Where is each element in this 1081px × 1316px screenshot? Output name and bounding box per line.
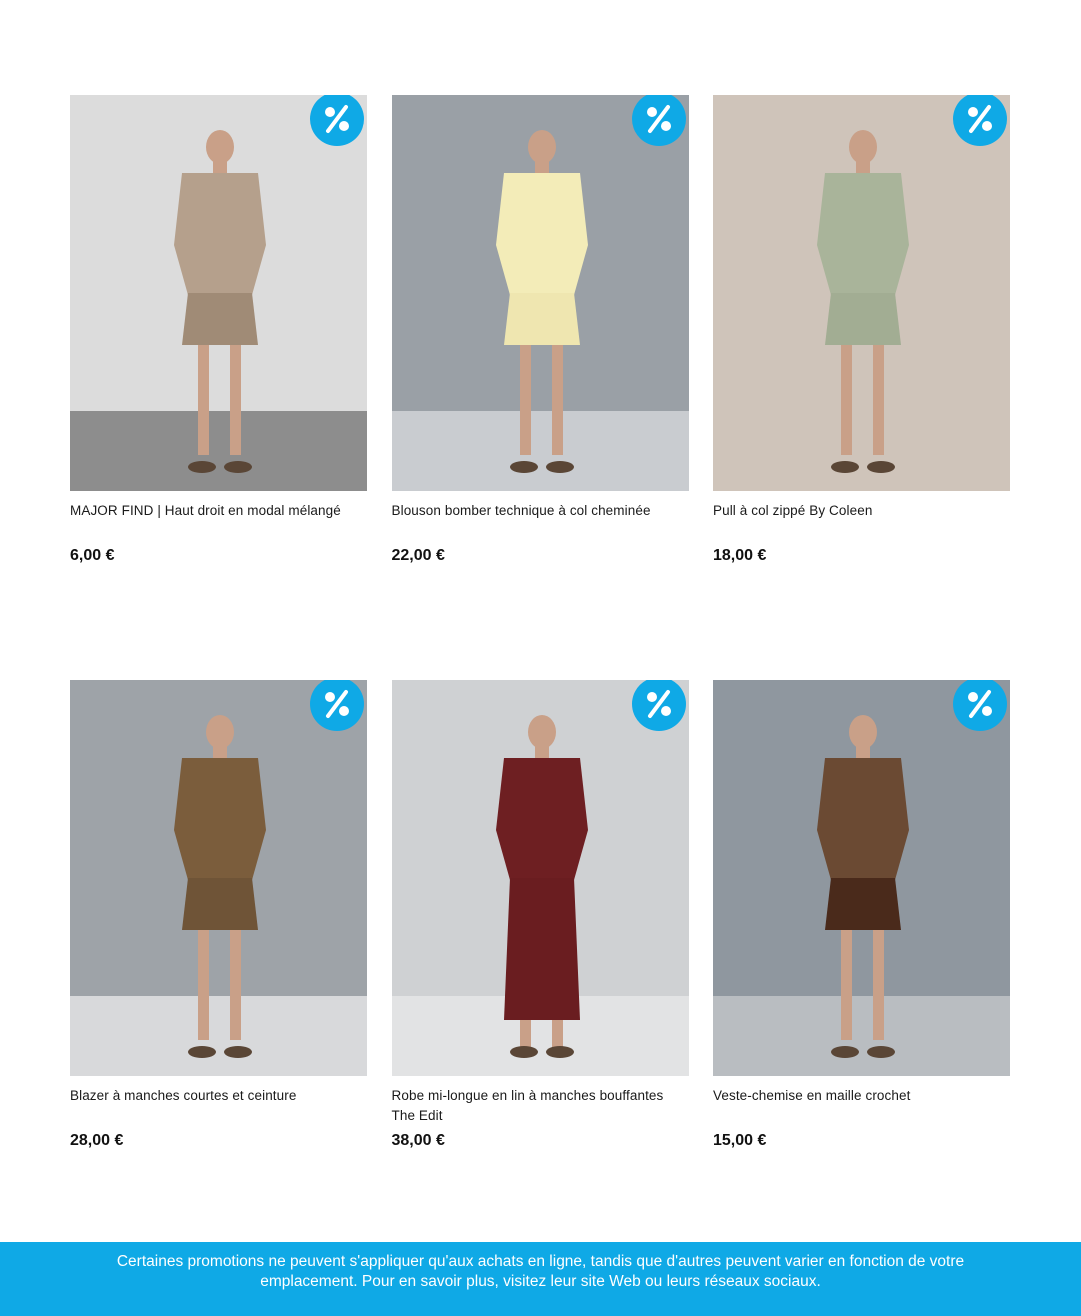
product-title[interactable]: Blouson bomber technique à col cheminée [392, 501, 689, 541]
product-image[interactable] [713, 680, 1010, 1076]
product-photo [70, 680, 367, 1076]
product-title[interactable]: Robe mi-longue en lin à manches bouffant… [392, 1086, 689, 1126]
product-title[interactable]: MAJOR FIND | Haut droit en modal mélangé [70, 501, 367, 541]
product-photo [391, 680, 689, 1076]
product-title[interactable]: Pull à col zippé By Coleen [713, 501, 1010, 541]
product-title[interactable]: Veste-chemise en maille crochet [713, 1086, 1010, 1126]
product-card[interactable]: Blazer à manches courtes et ceinture 28,0… [70, 680, 367, 1265]
product-image[interactable] [70, 95, 367, 491]
product-price: 18,00 € [713, 547, 767, 564]
promo-disclaimer-banner: Certaines promotions ne peuvent s'appliq… [0, 1242, 1081, 1316]
product-photo [713, 95, 1010, 491]
product-image[interactable] [713, 95, 1010, 491]
product-image[interactable] [391, 680, 689, 1076]
product-card[interactable]: MAJOR FIND | Haut droit en modal mélangé… [70, 95, 367, 680]
product-grid: MAJOR FIND | Haut droit en modal mélangé… [70, 95, 1010, 1265]
product-photo [713, 680, 1010, 1076]
product-card[interactable]: Robe mi-longue en lin à manches bouffant… [391, 680, 689, 1265]
percent-icon [646, 690, 671, 718]
product-price: 38,00 € [391, 1132, 445, 1149]
product-price: 6,00 € [70, 547, 115, 564]
percent-icon [325, 105, 349, 133]
percent-icon [646, 105, 671, 133]
product-photo [391, 95, 689, 491]
product-price: 15,00 € [713, 1132, 767, 1149]
product-price: 22,00 € [391, 547, 445, 564]
product-photo [70, 95, 367, 491]
product-card[interactable]: Pull à col zippé By Coleen 18,00 € [713, 95, 1010, 680]
product-card[interactable]: Blouson bomber technique à col cheminée 2… [391, 95, 689, 680]
percent-icon [968, 105, 992, 133]
promo-disclaimer-text: Certaines promotions ne peuvent s'appliq… [116, 1253, 965, 1290]
product-image[interactable] [70, 680, 367, 1076]
product-price: 28,00 € [70, 1132, 124, 1149]
catalog-page: MAJOR FIND | Haut droit en modal mélangé… [0, 0, 1081, 1316]
percent-icon [325, 690, 349, 718]
product-image[interactable] [391, 95, 689, 491]
discount-badge [631, 680, 686, 731]
discount-badge [631, 95, 686, 146]
percent-icon [968, 690, 992, 718]
product-title[interactable]: Blazer à manches courtes et ceinture [70, 1086, 367, 1126]
product-card[interactable]: Veste-chemise en maille crochet 15,00 € [713, 680, 1010, 1265]
